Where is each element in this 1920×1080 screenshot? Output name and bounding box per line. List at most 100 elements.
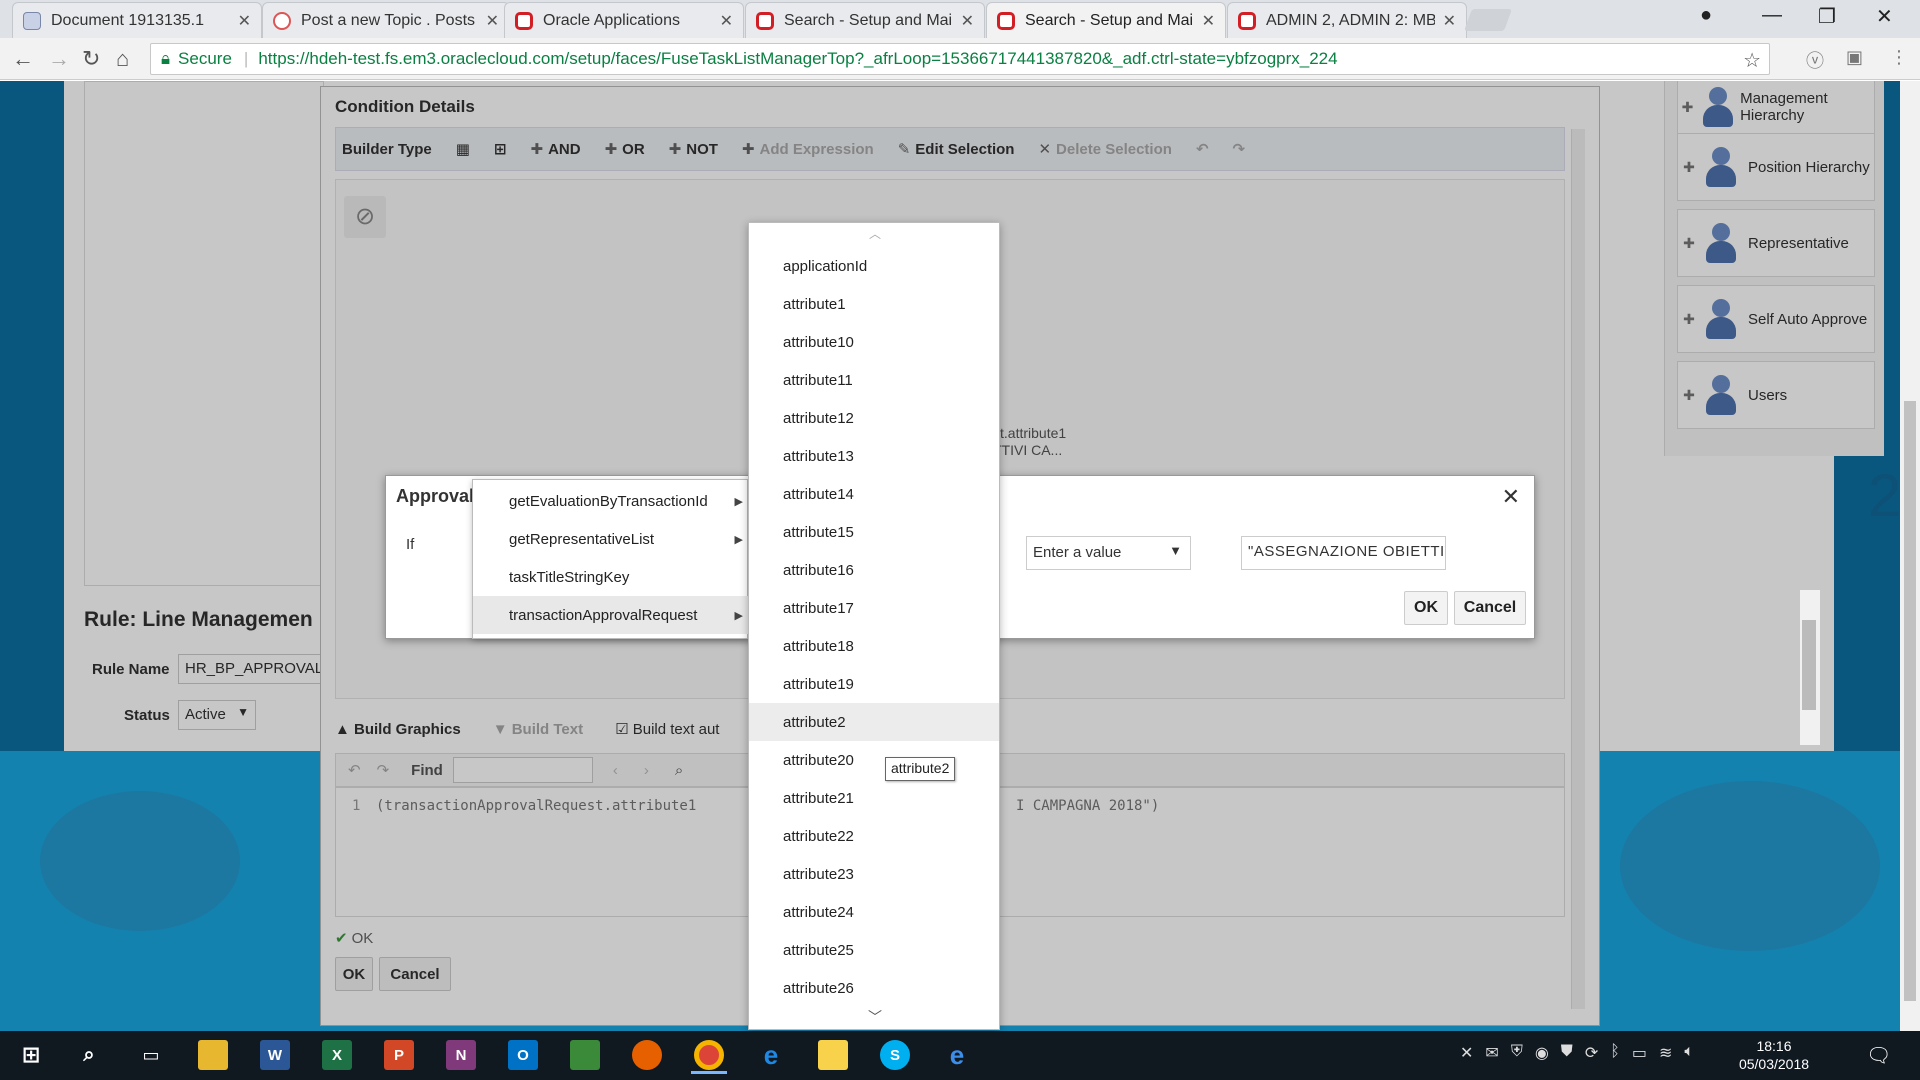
ok-button[interactable]: OK — [1404, 591, 1448, 625]
outlook-tray-icon[interactable]: ✉ — [1485, 1043, 1498, 1063]
menu-icon[interactable]: ⋮ — [1890, 47, 1908, 68]
forum-icon — [273, 11, 291, 30]
browser-tab[interactable]: Oracle Applications ✕ — [504, 2, 744, 38]
attribute-item[interactable]: attribute25 — [749, 931, 999, 969]
attribute-item[interactable]: attribute12 — [749, 399, 999, 437]
home-icon[interactable]: ⌂ — [116, 46, 129, 72]
tab-title: Document 1913135.1 — [51, 11, 204, 29]
close-icon[interactable]: ✕ — [1502, 484, 1520, 510]
menu-item-get-evaluation[interactable]: getEvaluationByTransactionId ▶ — [473, 482, 749, 520]
attribute-item[interactable]: attribute26 — [749, 969, 999, 1007]
skype-icon[interactable]: S — [880, 1040, 910, 1070]
extension-icon[interactable]: ▣ — [1846, 47, 1863, 68]
tab-title: Oracle Applications — [543, 11, 680, 29]
attribute-item[interactable]: attribute20 — [749, 741, 999, 779]
close-icon[interactable]: ✕ — [961, 11, 974, 31]
attribute-item[interactable]: attribute19 — [749, 665, 999, 703]
attribute-item[interactable]: attribute22 — [749, 817, 999, 855]
oracle-icon — [1238, 11, 1256, 30]
extension-icon[interactable]: ⓥ — [1806, 47, 1824, 73]
sticky-notes-icon[interactable] — [818, 1040, 848, 1070]
file-explorer-icon[interactable] — [198, 1040, 228, 1070]
bookmark-star-icon[interactable]: ☆ — [1743, 48, 1761, 73]
security-icon[interactable]: ◉ — [1535, 1043, 1549, 1063]
volume-icon[interactable]: 🔈︎ — [1684, 1043, 1694, 1063]
attribute-item-hovered[interactable]: attribute2 — [749, 703, 999, 741]
sync-icon[interactable]: ⟳ — [1585, 1043, 1598, 1063]
url-input[interactable]: 🔒︎ Secure | https://hdeh-test.fs.em3.ora… — [150, 43, 1770, 75]
onenote-icon[interactable]: N — [446, 1040, 476, 1070]
close-icon[interactable]: ✕ — [1443, 11, 1456, 31]
firefox-icon[interactable] — [632, 1040, 662, 1070]
back-icon[interactable]: ← — [12, 46, 34, 72]
browser-tab-bar: Document 1913135.1 ✕ Post a new Topic . … — [0, 0, 1920, 38]
shield-icon[interactable]: ⛨ — [1511, 1043, 1523, 1063]
browser-tab[interactable]: Search - Setup and Main ✕ — [745, 2, 985, 38]
dialog-title: Approval — [396, 486, 475, 506]
close-window-icon[interactable]: ✕ — [1876, 4, 1893, 29]
reload-icon[interactable]: ↻ — [82, 46, 100, 72]
wifi-icon[interactable]: ≋ — [1659, 1043, 1672, 1063]
forward-icon[interactable]: → — [48, 46, 70, 72]
minimize-icon[interactable]: — — [1762, 4, 1782, 27]
scrollbar-thumb[interactable] — [1802, 620, 1816, 710]
attribute-item[interactable]: attribute15 — [749, 513, 999, 551]
profile-icon[interactable]: ● — [1700, 4, 1712, 27]
browser-tab-active[interactable]: Search - Setup and Main ✕ — [986, 2, 1226, 38]
attribute-item[interactable]: attribute1 — [749, 285, 999, 323]
windows-start-icon[interactable]: ⊞ — [16, 1040, 46, 1070]
attribute-item[interactable]: attribute24 — [749, 893, 999, 931]
scroll-down-icon[interactable]: ﹀ — [749, 1007, 999, 1027]
close-icon[interactable]: ✕ — [238, 11, 251, 31]
antivirus-icon[interactable]: ⛊ — [1561, 1043, 1573, 1063]
page-scrollbar[interactable] — [1900, 81, 1920, 1031]
attribute-item[interactable]: attribute14 — [749, 475, 999, 513]
attribute-item[interactable]: attribute23 — [749, 855, 999, 893]
value-type-select[interactable]: Enter a value ▼ — [1026, 536, 1191, 570]
attribute-item[interactable]: applicationId — [749, 247, 999, 285]
chevron-right-icon: ▶ — [734, 495, 743, 508]
close-icon[interactable]: ✕ — [486, 11, 499, 31]
browser-tab[interactable]: ADMIN 2, ADMIN 2: MBO ✕ — [1227, 2, 1467, 38]
notification-icon[interactable]: 🗨︎ — [1866, 1043, 1891, 1068]
word-icon[interactable]: W — [260, 1040, 290, 1070]
attribute-item[interactable]: attribute16 — [749, 551, 999, 589]
bluetooth-icon[interactable]: ᛒ — [1610, 1043, 1620, 1063]
attribute-item[interactable]: attribute21 — [749, 779, 999, 817]
close-icon[interactable]: ✕ — [1202, 11, 1215, 31]
chevron-right-icon: ▶ — [734, 609, 743, 622]
image-viewer-icon[interactable] — [570, 1040, 600, 1070]
battery-icon[interactable]: ▭ — [1632, 1043, 1647, 1063]
system-clock[interactable]: 18:16 05/03/2018 — [1734, 1037, 1814, 1073]
restore-icon[interactable]: ❐ — [1818, 4, 1836, 29]
attribute-item[interactable]: attribute11 — [749, 361, 999, 399]
scrollbar-thumb[interactable] — [1904, 401, 1916, 1001]
search-icon[interactable]: ⌕ — [74, 1040, 104, 1070]
tray-icon[interactable]: ✕ — [1460, 1043, 1473, 1063]
scroll-up-icon[interactable]: ︿ — [749, 225, 999, 242]
close-icon[interactable]: ✕ — [720, 11, 733, 31]
new-tab-button[interactable] — [1463, 9, 1513, 31]
if-label: If — [406, 536, 415, 553]
tab-title: Search - Setup and Main — [1025, 11, 1194, 29]
browser-tab[interactable]: Post a new Topic . Posts ✕ — [262, 2, 510, 38]
panel-scrollbar[interactable] — [1800, 590, 1820, 745]
attribute-item[interactable]: attribute13 — [749, 437, 999, 475]
chrome-icon[interactable] — [691, 1040, 727, 1074]
outlook-icon[interactable]: O — [508, 1040, 538, 1070]
clock-date: 05/03/2018 — [1738, 1056, 1810, 1072]
edge-icon[interactable]: e — [942, 1040, 972, 1070]
powerpoint-icon[interactable]: P — [384, 1040, 414, 1070]
attribute-item[interactable]: attribute17 — [749, 589, 999, 627]
excel-icon[interactable]: X — [322, 1040, 352, 1070]
internet-explorer-icon[interactable]: e — [756, 1040, 786, 1070]
attribute-item[interactable]: attribute10 — [749, 323, 999, 361]
value-input[interactable]: "ASSEGNAZIONE OBIETTIV — [1241, 536, 1446, 570]
attribute-item[interactable]: attribute18 — [749, 627, 999, 665]
menu-item-task-title-string-key[interactable]: taskTitleStringKey — [473, 558, 749, 596]
cancel-button[interactable]: Cancel — [1454, 591, 1526, 625]
menu-item-transaction-approval-request[interactable]: transactionApprovalRequest ▶ — [473, 596, 749, 634]
menu-item-get-representative-list[interactable]: getRepresentativeList ▶ — [473, 520, 749, 558]
task-view-icon[interactable]: ▭ — [136, 1040, 166, 1070]
browser-tab[interactable]: Document 1913135.1 ✕ — [12, 2, 262, 38]
